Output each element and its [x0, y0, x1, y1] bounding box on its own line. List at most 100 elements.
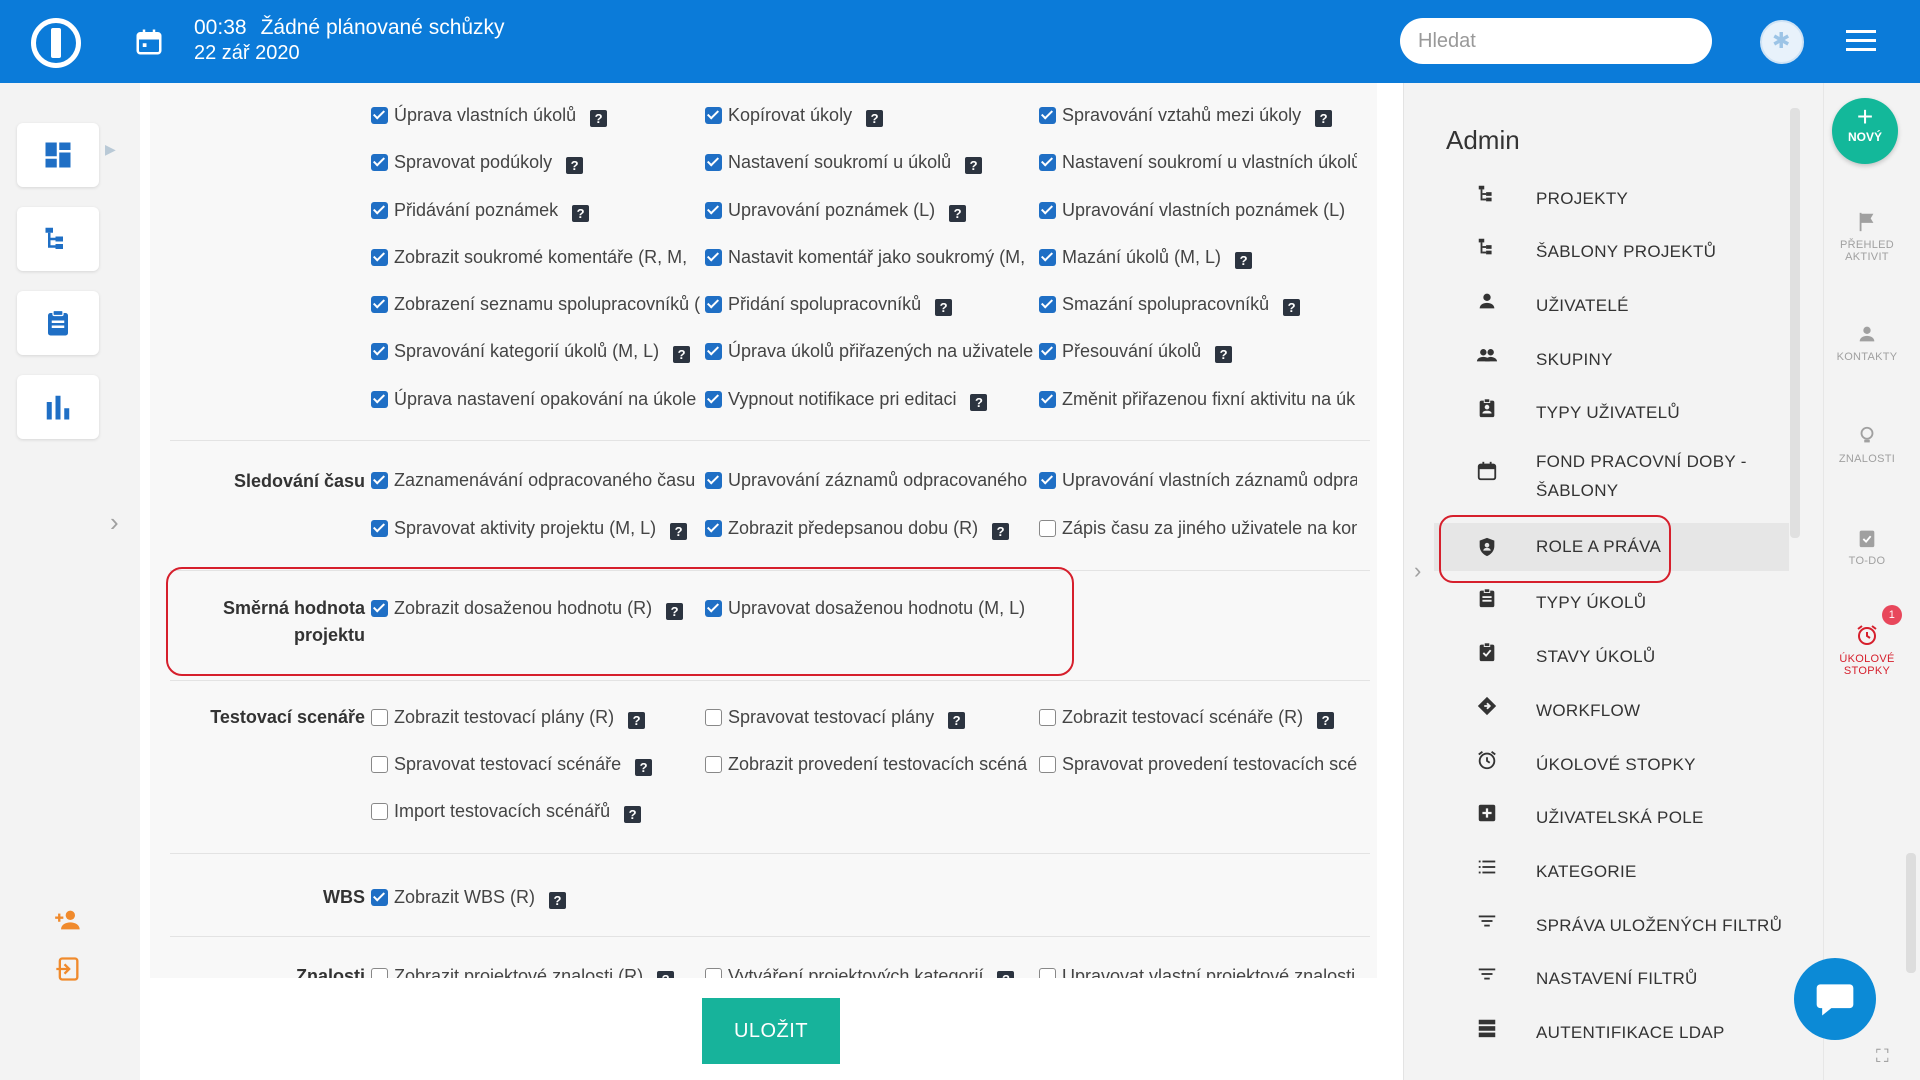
help-icon[interactable]: ? — [965, 157, 983, 174]
perm-test-5[interactable]: Spravovat provedení testovacích scér — [1039, 750, 1357, 778]
perm-test-4[interactable]: Zobrazit provedení testovacích scéná — [705, 750, 1039, 778]
avatar[interactable] — [1760, 20, 1804, 64]
tasks-button[interactable] — [17, 291, 99, 355]
checkbox[interactable] — [705, 249, 722, 266]
activity-overview-button[interactable]: PŘEHLED AKTIVIT — [1824, 211, 1910, 263]
todo-button[interactable]: TO-DO — [1824, 527, 1910, 567]
help-icon[interactable]: ? — [1283, 299, 1301, 316]
admin-item-workflow[interactable]: WORKFLOW — [1434, 695, 1789, 727]
admin-item-sablony-projektu[interactable]: ŠABLONY PROJEKTŮ — [1434, 236, 1789, 268]
perm-task-14[interactable]: Smazání spolupracovníků? — [1039, 290, 1357, 318]
perm-time-1[interactable]: Upravování záznamů odpracovaného — [705, 466, 1039, 494]
checkbox[interactable] — [1039, 756, 1056, 773]
contacts-button[interactable]: KONTAKTY — [1824, 323, 1910, 363]
perm-test-0[interactable]: Zobrazit testovací plány (R)? — [371, 703, 705, 731]
perm-time-0[interactable]: Zaznamenávání odpracovaného času — [371, 466, 705, 494]
checkbox[interactable] — [371, 202, 388, 219]
checkbox[interactable] — [1039, 709, 1056, 726]
checkbox[interactable] — [371, 968, 388, 978]
add-user-icon[interactable] — [54, 906, 82, 934]
checkbox[interactable] — [371, 472, 388, 489]
checkbox[interactable] — [371, 154, 388, 171]
admin-item-skupiny[interactable]: SKUPINY — [1434, 344, 1789, 376]
help-icon[interactable]: ? — [635, 759, 653, 776]
admin-item-stavy-ukolu[interactable]: STAVY ÚKOLŮ — [1434, 641, 1789, 673]
help-icon[interactable]: ? — [1317, 712, 1335, 729]
perm-knowledge-0[interactable]: Zobrazit projektové znalosti (R)? — [371, 962, 705, 978]
checkbox[interactable] — [371, 709, 388, 726]
help-icon[interactable]: ? — [1235, 252, 1253, 269]
admin-item-ukolove-stopky[interactable]: ÚKOLOVÉ STOPKY — [1434, 749, 1789, 781]
perm-time-2[interactable]: Upravování vlastních záznamů odprac — [1039, 466, 1357, 494]
perm-time-4[interactable]: Zobrazit předepsanou dobu (R)? — [705, 514, 1025, 542]
task-stopwatch-button[interactable]: 1 ÚKOLOVÉ STOPKY — [1824, 605, 1910, 677]
perm-time-3[interactable]: Spravovat aktivity projektu (M, L)? — [371, 514, 705, 542]
checkbox[interactable] — [705, 296, 722, 313]
search-input[interactable] — [1400, 18, 1712, 64]
checkbox[interactable] — [371, 107, 388, 124]
dashboard-button[interactable]: ▶ — [17, 123, 116, 187]
perm-task-0[interactable]: Úprava vlastních úkolů? — [371, 101, 631, 129]
perm-task-10[interactable]: Nastavit komentář jako soukromý (M, — [705, 243, 1039, 271]
checkbox[interactable] — [1039, 107, 1056, 124]
help-icon[interactable]: ? — [970, 394, 988, 411]
checkbox[interactable] — [705, 968, 722, 978]
perm-task-5[interactable]: Nastavení soukromí u vlastních úkolů — [1039, 148, 1357, 176]
perm-task-8[interactable]: Upravování vlastních poznámek (L)? — [1039, 196, 1357, 224]
checkbox[interactable] — [705, 154, 722, 171]
hamburger-menu-icon[interactable] — [1846, 30, 1876, 52]
perm-time-5[interactable]: Zápis času za jiného uživatele na konk — [1039, 514, 1357, 542]
checkbox[interactable] — [1039, 296, 1056, 313]
checkbox[interactable] — [371, 391, 388, 408]
checkbox[interactable] — [1039, 472, 1056, 489]
checkbox[interactable] — [705, 472, 722, 489]
checkbox[interactable] — [371, 756, 388, 773]
expand-chevron-icon[interactable]: › — [110, 507, 119, 538]
perm-task-7[interactable]: Upravování poznámek (L)? — [705, 196, 1025, 224]
checkbox[interactable] — [705, 107, 722, 124]
help-icon[interactable]: ? — [997, 971, 1015, 978]
help-icon[interactable]: ? — [1315, 110, 1333, 127]
perm-task-9[interactable]: Zobrazit soukromé komentáře (R, M, — [371, 243, 705, 271]
admin-item-projekty[interactable]: PROJEKTY — [1434, 183, 1789, 215]
perm-test-3[interactable]: Spravovat testovací scénáře? — [371, 750, 705, 778]
admin-item-typy-ukolu[interactable]: TYPY ÚKOLŮ — [1434, 587, 1789, 619]
checkbox[interactable] — [371, 343, 388, 360]
help-icon[interactable]: ? — [866, 110, 884, 127]
calendar-icon[interactable] — [134, 27, 164, 57]
admin-item-sprava-ulozenych-filtru[interactable]: SPRÁVA ULOŽENÝCH FILTRŮ — [1434, 910, 1789, 942]
checkbox[interactable] — [371, 889, 388, 906]
checkbox[interactable] — [1039, 520, 1056, 537]
admin-item-uzivatele[interactable]: UŽIVATELÉ — [1434, 290, 1789, 322]
help-icon[interactable]: ? — [992, 523, 1010, 540]
admin-item-kategorie[interactable]: KATEGORIE — [1434, 856, 1789, 888]
perm-test-2[interactable]: Zobrazit testovací scénáře (R)? — [1039, 703, 1357, 731]
checkbox[interactable] — [1039, 202, 1056, 219]
perm-wbs-0[interactable]: Zobrazit WBS (R)? — [371, 883, 705, 911]
checkbox[interactable] — [371, 520, 388, 537]
help-icon[interactable]: ? — [549, 892, 567, 909]
admin-item-typy-uzivatelu[interactable]: TYPY UŽIVATELŮ — [1434, 397, 1789, 429]
checkbox[interactable] — [1039, 249, 1056, 266]
perm-task-18[interactable]: Úprava nastavení opakování na úkole — [371, 385, 705, 413]
help-icon[interactable]: ? — [670, 523, 688, 540]
perm-task-2[interactable]: Spravování vztahů mezi úkoly? — [1039, 101, 1357, 129]
checkbox[interactable] — [371, 803, 388, 820]
help-icon[interactable]: ? — [572, 205, 590, 222]
perm-task-16[interactable]: Úprava úkolů přiřazených na uživatele — [705, 337, 1039, 365]
perm-knowledge-1[interactable]: Vytváření projektových kategorií? — [705, 962, 1039, 978]
perm-test-1[interactable]: Spravovat testovací plány? — [705, 703, 1025, 731]
checkbox[interactable] — [705, 756, 722, 773]
checkbox[interactable] — [1039, 154, 1056, 171]
help-icon[interactable]: ? — [566, 157, 584, 174]
help-icon[interactable]: ? — [657, 971, 675, 978]
perm-task-20[interactable]: Změnit přiřazenou fixní aktivitu na úk — [1039, 385, 1357, 413]
help-icon[interactable]: ? — [673, 346, 691, 363]
login-icon[interactable] — [54, 955, 82, 983]
reports-button[interactable] — [17, 375, 99, 439]
fullscreen-icon[interactable]: ⛶ — [1876, 1046, 1889, 1067]
help-icon[interactable]: ? — [935, 299, 953, 316]
perm-task-15[interactable]: Spravování kategorií úkolů (M, L)? — [371, 337, 705, 365]
help-icon[interactable]: ? — [1215, 346, 1233, 363]
chat-button[interactable] — [1794, 958, 1876, 1040]
